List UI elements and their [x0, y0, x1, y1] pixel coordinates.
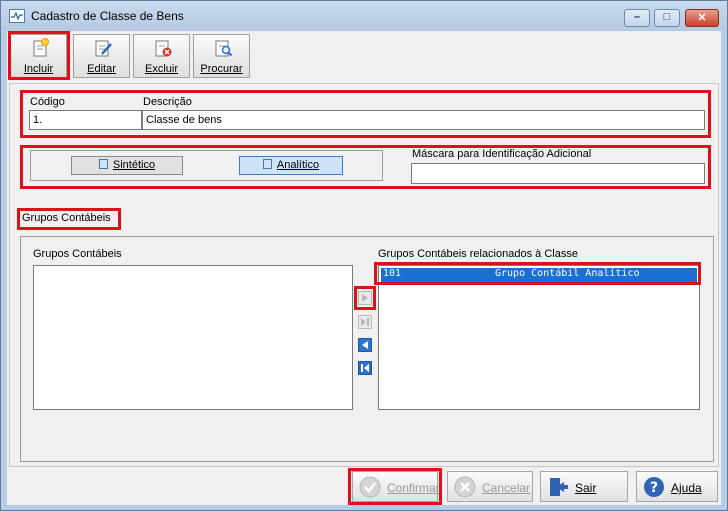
- svg-text:?: ?: [650, 480, 658, 496]
- window-title: Cadastro de Classe de Bens: [31, 9, 184, 23]
- codigo-label: Código: [30, 96, 65, 108]
- confirmar-label: Confirmar: [387, 481, 440, 495]
- minimize-icon: –: [633, 11, 641, 23]
- incluir-label: Incluir: [23, 63, 54, 75]
- arrow-right-end-icon: [361, 318, 369, 326]
- arrow-right-icon: [362, 294, 368, 302]
- add-one-button[interactable]: [358, 291, 372, 305]
- exit-door-icon: [550, 478, 568, 496]
- descricao-label: Descrição: [143, 96, 192, 108]
- arrow-left-end-icon: [361, 364, 369, 372]
- cancelar-label: Cancelar: [482, 481, 531, 495]
- analitico-option[interactable]: Analítico: [239, 156, 343, 175]
- maximize-button[interactable]: □: [654, 9, 680, 27]
- procurar-button[interactable]: Procurar: [193, 34, 250, 78]
- cancel-icon: [454, 476, 476, 498]
- remove-one-button[interactable]: [358, 338, 372, 352]
- ajuda-label: Ajuda: [671, 481, 702, 495]
- delete-document-icon: [155, 40, 172, 57]
- remove-all-button[interactable]: [358, 361, 372, 375]
- ajuda-button[interactable]: ? Ajuda: [636, 471, 718, 502]
- sintetico-icon: [98, 159, 108, 169]
- list-item[interactable]: 101 Grupo Contábil Analítico: [381, 268, 697, 282]
- left-list-title: Grupos Contábeis: [33, 248, 122, 260]
- right-list-title: Grupos Contábeis relacionados à Classe: [378, 248, 578, 260]
- check-icon: [359, 476, 381, 498]
- list-item-name: Grupo Contábil Analítico: [495, 268, 640, 279]
- maximize-icon: □: [663, 11, 671, 23]
- close-icon: ✕: [697, 12, 707, 24]
- cancelar-button[interactable]: Cancelar: [447, 471, 533, 502]
- confirmar-button[interactable]: Confirmar: [352, 471, 440, 502]
- title-bar: Cadastro de Classe de Bens – □ ✕: [1, 1, 727, 31]
- descricao-field[interactable]: Classe de bens: [142, 110, 705, 130]
- analitico-icon: [262, 159, 272, 169]
- window: Cadastro de Classe de Bens – □ ✕ Incluir…: [0, 0, 728, 511]
- add-all-button[interactable]: [358, 315, 372, 329]
- grupos-contabeis-list[interactable]: [33, 265, 353, 410]
- search-document-icon: [215, 40, 233, 57]
- incluir-button[interactable]: Incluir: [10, 34, 67, 78]
- sintetico-option[interactable]: Sintético: [71, 156, 183, 175]
- sair-button[interactable]: Sair: [540, 471, 628, 502]
- editar-label: Editar: [87, 63, 116, 75]
- analitico-label: Analítico: [276, 159, 320, 171]
- help-icon: ?: [644, 477, 664, 497]
- list-item-code: 101: [383, 268, 402, 279]
- excluir-button[interactable]: Excluir: [133, 34, 190, 78]
- sintetico-label: Sintético: [112, 159, 156, 171]
- app-icon: [9, 9, 25, 23]
- editar-button[interactable]: Editar: [73, 34, 130, 78]
- new-document-icon: [33, 38, 49, 57]
- client-area: Incluir Editar Excluir Procurar Código D…: [7, 31, 721, 505]
- minimize-button[interactable]: –: [624, 9, 650, 27]
- edit-document-icon: [95, 40, 112, 57]
- mascara-label: Máscara para Identificação Adicional: [412, 148, 592, 160]
- close-button[interactable]: ✕: [685, 9, 719, 27]
- mascara-field[interactable]: [411, 163, 705, 184]
- arrow-left-icon: [362, 341, 368, 349]
- sair-label: Sair: [575, 481, 597, 495]
- grupos-relacionados-list[interactable]: 101 Grupo Contábil Analítico: [378, 265, 700, 410]
- grupos-contabeis-tab[interactable]: Grupos Contábeis: [22, 212, 111, 224]
- excluir-label: Excluir: [144, 63, 178, 75]
- codigo-field[interactable]: 1.: [29, 110, 142, 130]
- procurar-label: Procurar: [200, 63, 243, 75]
